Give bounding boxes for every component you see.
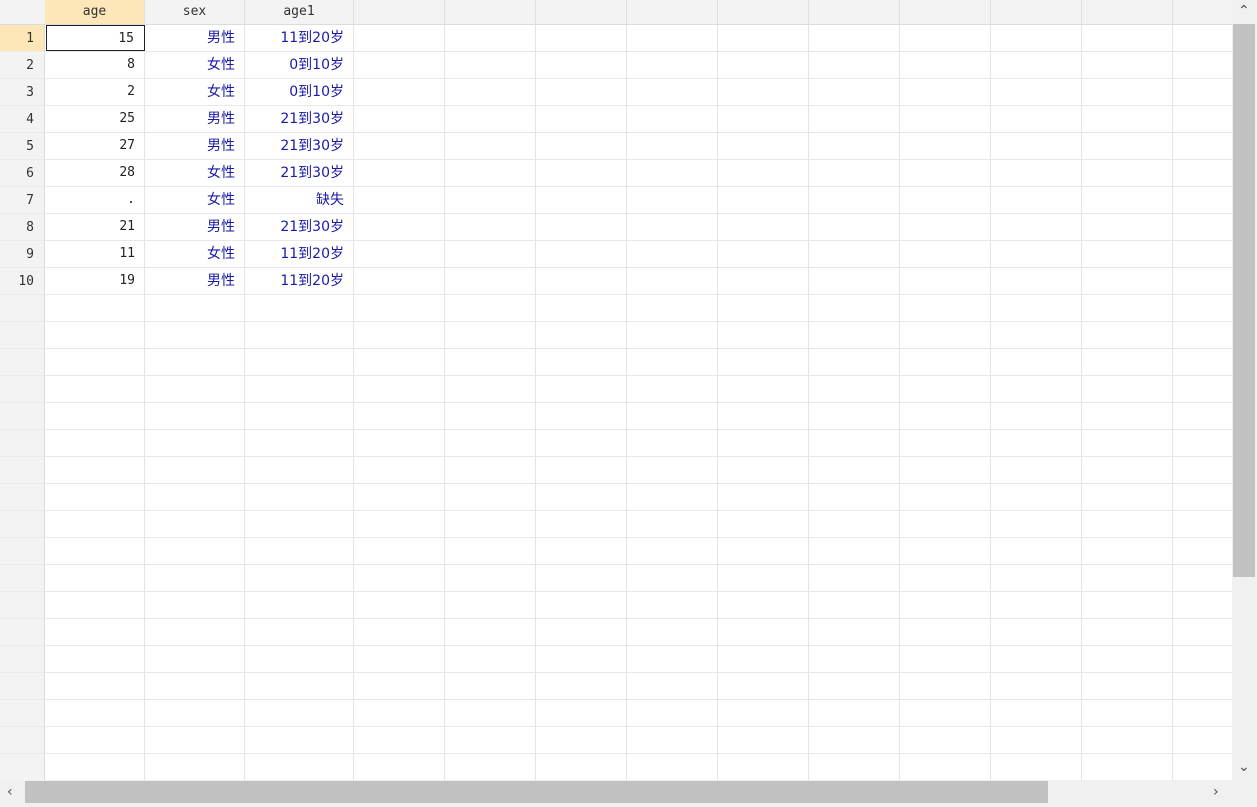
column-header-empty[interactable] [809, 0, 900, 24]
cell-age[interactable]: 2 [45, 79, 145, 105]
cell-age[interactable]: 27 [45, 133, 145, 159]
grid-row-line [45, 753, 1232, 754]
cell-age1[interactable]: 21到30岁 [245, 214, 354, 240]
row-header[interactable] [0, 295, 45, 322]
grid-row-line [45, 321, 1232, 322]
cell-age1[interactable]: 21到30岁 [245, 106, 354, 132]
cell-sex[interactable]: 男性 [145, 268, 245, 294]
cell-sex[interactable]: 男性 [145, 25, 245, 51]
grid-row-line [45, 564, 1232, 565]
row-header[interactable]: 1 [0, 25, 45, 52]
row-header[interactable] [0, 430, 45, 457]
row-header[interactable] [0, 457, 45, 484]
row-header[interactable] [0, 700, 45, 727]
column-header-empty[interactable] [991, 0, 1082, 24]
grid-row-line [45, 429, 1232, 430]
column-header-empty[interactable] [1173, 0, 1232, 24]
cell-sex[interactable]: 男性 [145, 133, 245, 159]
grid-row-line [45, 699, 1232, 700]
row-header[interactable] [0, 484, 45, 511]
column-header-empty[interactable] [536, 0, 627, 24]
grid-row-line [45, 726, 1232, 727]
row-header[interactable]: 8 [0, 214, 45, 241]
grid-row-line [45, 645, 1232, 646]
cell-age[interactable]: 15 [46, 25, 145, 51]
cell-sex[interactable]: 女性 [145, 187, 245, 213]
row-header[interactable]: 7 [0, 187, 45, 214]
column-header-empty[interactable] [627, 0, 718, 24]
grid-row-line [45, 402, 1232, 403]
grid-row-line [45, 348, 1232, 349]
row-header[interactable]: 3 [0, 79, 45, 106]
row-header[interactable] [0, 592, 45, 619]
row-header[interactable] [0, 673, 45, 700]
cell-sex[interactable]: 男性 [145, 214, 245, 240]
cell-sex[interactable]: 女性 [145, 52, 245, 78]
chevron-left-icon[interactable]: ‹ [7, 785, 13, 799]
column-header-empty[interactable] [1082, 0, 1173, 24]
row-header[interactable] [0, 403, 45, 430]
row-header[interactable] [0, 646, 45, 673]
row-header[interactable] [0, 565, 45, 592]
cell-age1[interactable]: 11到20岁 [245, 241, 354, 267]
cell-sex[interactable]: 女性 [145, 79, 245, 105]
row-header[interactable] [0, 322, 45, 349]
row-header[interactable] [0, 727, 45, 754]
cell-age1[interactable]: 11到20岁 [245, 268, 354, 294]
column-header-empty[interactable] [718, 0, 809, 24]
cell-age1[interactable]: 0到10岁 [245, 52, 354, 78]
vertical-scroll-thumb[interactable] [1233, 24, 1255, 577]
cell-age[interactable]: 28 [45, 160, 145, 186]
cell-age[interactable]: . [45, 187, 145, 213]
grid-row-line [45, 456, 1232, 457]
chevron-down-icon[interactable]: ⌄ [1238, 760, 1250, 774]
row-header[interactable] [0, 538, 45, 565]
cell-age1[interactable]: 缺失 [245, 187, 354, 213]
row-header[interactable] [0, 754, 45, 781]
cell-age[interactable]: 21 [45, 214, 145, 240]
column-header-empty[interactable] [445, 0, 536, 24]
horizontal-scroll-thumb[interactable] [25, 781, 1048, 803]
grid-row-line [45, 618, 1232, 619]
cell-age1[interactable]: 0到10岁 [245, 79, 354, 105]
row-header[interactable]: 9 [0, 241, 45, 268]
row-header[interactable] [0, 511, 45, 538]
row-header[interactable]: 10 [0, 268, 45, 295]
cell-age1[interactable]: 21到30岁 [245, 133, 354, 159]
grid-row-line [45, 510, 1232, 511]
row-header[interactable]: 2 [0, 52, 45, 79]
data-grid[interactable]: 15 男性 11到20岁 8 女性 0到10岁 2 女性 0到10岁 25 男性 21到30岁 27 男性… [45, 25, 1232, 780]
cell-age[interactable]: 8 [45, 52, 145, 78]
column-header-sex[interactable]: sex [145, 0, 245, 24]
corner-cell[interactable] [0, 0, 46, 24]
cell-sex[interactable]: 女性 [145, 241, 245, 267]
cell-age[interactable]: 11 [45, 241, 145, 267]
row-header[interactable] [0, 619, 45, 646]
row-header[interactable]: 6 [0, 160, 45, 187]
column-header-empty[interactable] [900, 0, 991, 24]
row-header[interactable]: 4 [0, 106, 45, 133]
grid-row-line [45, 537, 1232, 538]
cell-age1[interactable]: 21到30岁 [245, 160, 354, 186]
row-header[interactable] [0, 376, 45, 403]
column-header-age1[interactable]: age1 [245, 0, 354, 24]
cell-age[interactable]: 25 [45, 106, 145, 132]
grid-row-line [45, 591, 1232, 592]
chevron-right-icon[interactable]: › [1213, 785, 1219, 799]
cell-age[interactable]: 19 [45, 268, 145, 294]
cell-age1[interactable]: 11到20岁 [245, 25, 354, 51]
column-header-age[interactable]: age [45, 0, 145, 24]
cell-sex[interactable]: 女性 [145, 160, 245, 186]
grid-row-line [45, 672, 1232, 673]
cell-sex[interactable]: 男性 [145, 106, 245, 132]
column-header-empty[interactable] [354, 0, 445, 24]
row-header[interactable]: 5 [0, 133, 45, 160]
grid-row-line [45, 375, 1232, 376]
chevron-up-icon[interactable]: ⌃ [1238, 4, 1250, 18]
grid-row-line [45, 483, 1232, 484]
row-header[interactable] [0, 349, 45, 376]
grid-row-line [45, 294, 1232, 295]
